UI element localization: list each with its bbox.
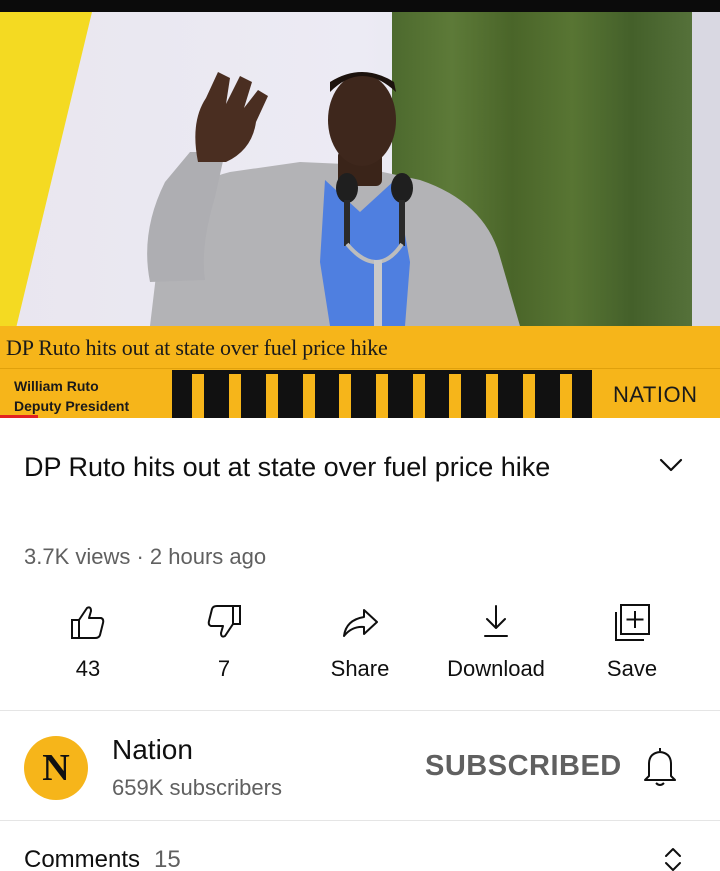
video-frame: [0, 12, 720, 326]
video-title[interactable]: DP Ruto hits out at state over fuel pric…: [24, 444, 624, 490]
comments-count: 15: [154, 846, 181, 871]
dislike-count: 7: [217, 656, 231, 681]
broadcaster-logo: NATION: [613, 382, 698, 407]
decorative-stripes: [172, 370, 592, 418]
divider: [0, 820, 720, 821]
like-button[interactable]: 43: [18, 596, 158, 686]
news-lower-third: DP Ruto hits out at state over fuel pric…: [0, 326, 720, 418]
download-button[interactable]: Download: [426, 596, 566, 686]
share-label: Share: [330, 656, 390, 681]
video-meta: 3.7K views · 2 hours ago: [24, 544, 267, 569]
channel-name[interactable]: Nation: [112, 734, 193, 766]
thumbs-down-icon: [207, 605, 241, 638]
speaker-figure: [147, 72, 520, 326]
overlay-headline: DP Ruto hits out at state over fuel pric…: [6, 335, 388, 360]
action-bar: 43 7 Share Download Save: [0, 596, 720, 686]
progress-accent: [0, 415, 38, 418]
comments-label: Comments: [24, 846, 141, 871]
speaker-role: Deputy President: [14, 398, 130, 414]
bell-icon[interactable]: [640, 744, 680, 788]
share-icon: [343, 609, 378, 637]
avatar-letter: N: [42, 747, 70, 789]
download-label: Download: [447, 656, 545, 681]
subscribed-button[interactable]: SUBSCRIBED: [425, 750, 622, 783]
unfold-icon[interactable]: [660, 846, 686, 871]
dislike-button[interactable]: 7: [154, 596, 294, 686]
save-label: Save: [606, 656, 658, 681]
subscriber-count: 659K subscribers: [112, 775, 282, 800]
name-plate: William Ruto Deputy President NATION: [0, 370, 720, 418]
like-count: 43: [75, 656, 101, 681]
save-button[interactable]: Save: [562, 596, 702, 686]
status-bar: [0, 0, 720, 12]
comments-header[interactable]: Comments 15: [24, 846, 181, 871]
headline-bar: DP Ruto hits out at state over fuel pric…: [0, 326, 720, 369]
video-player[interactable]: DP Ruto hits out at state over fuel pric…: [0, 0, 720, 418]
thumbs-up-icon: [71, 606, 105, 639]
chevron-down-icon[interactable]: [656, 450, 686, 480]
share-button[interactable]: Share: [290, 596, 430, 686]
channel-avatar[interactable]: N: [24, 736, 88, 800]
divider: [0, 710, 720, 711]
speaker-name: William Ruto: [14, 378, 99, 394]
download-icon: [484, 605, 508, 637]
playlist-add-icon: [615, 604, 650, 641]
